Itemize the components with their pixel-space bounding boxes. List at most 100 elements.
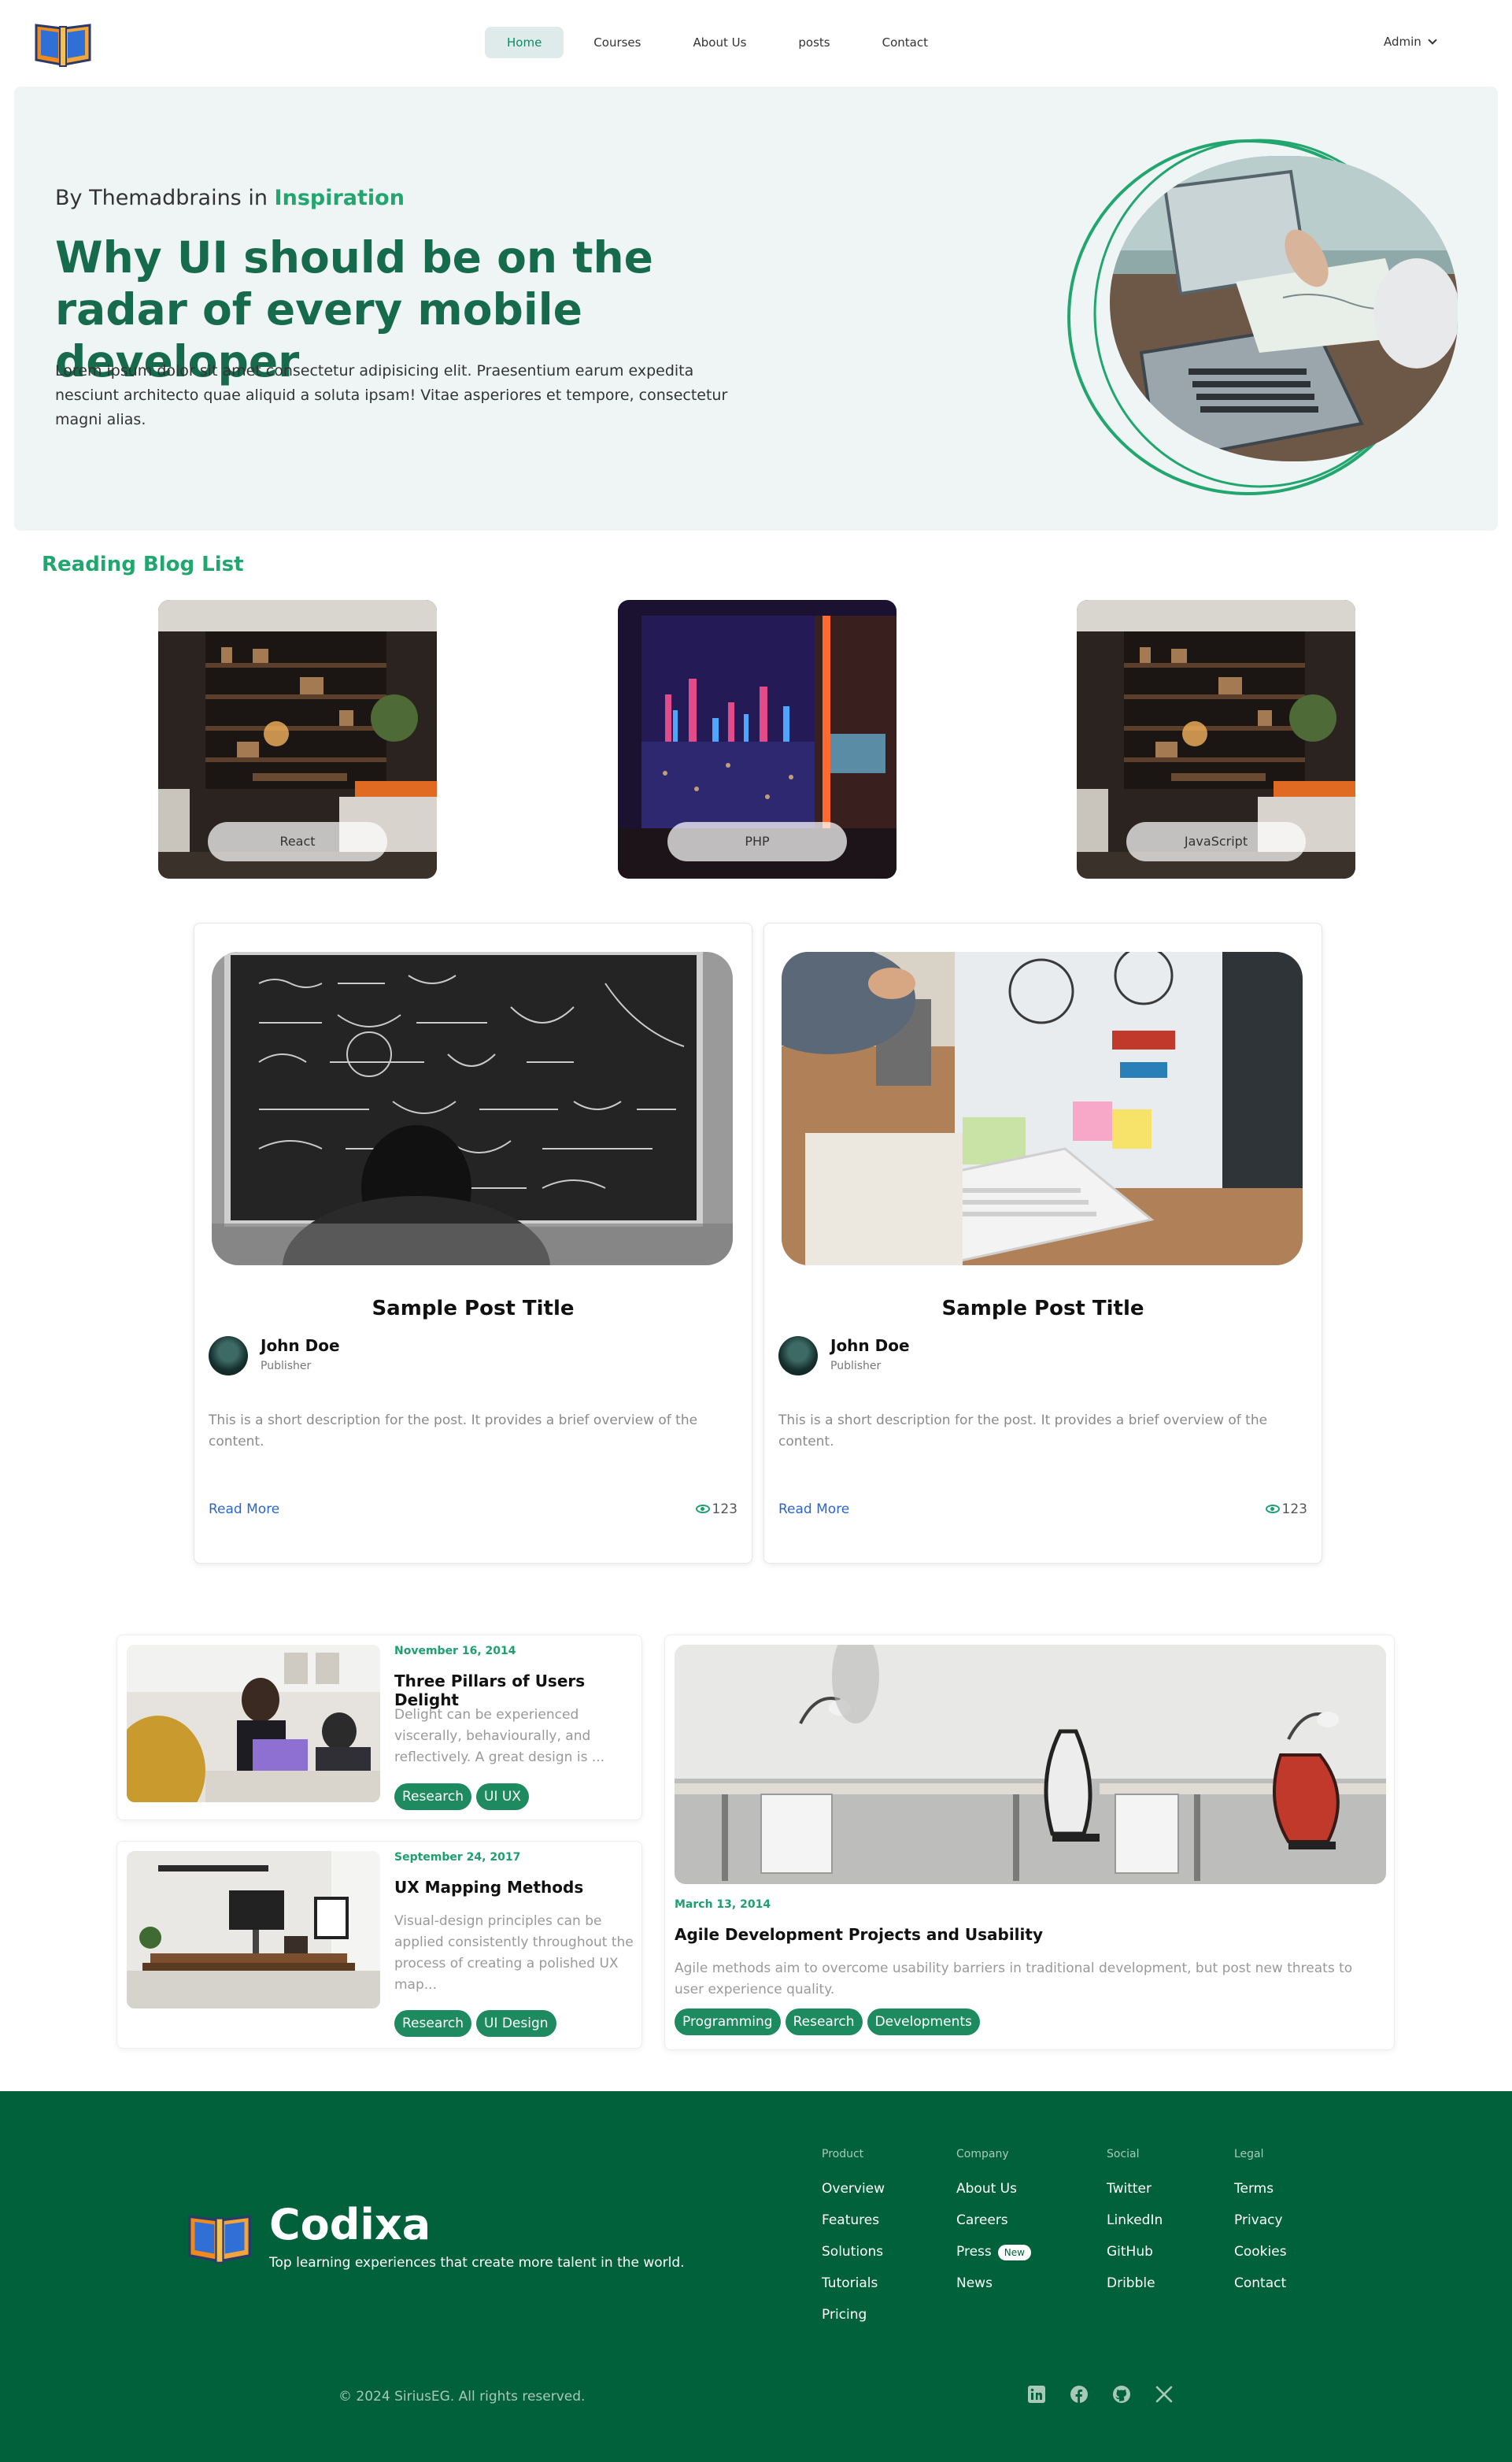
footer-brand: Codixa (269, 2200, 431, 2249)
tag-research[interactable]: Research (394, 1783, 471, 1810)
new-badge: New (997, 2245, 1031, 2260)
category-card-javascript[interactable]: JavaScript (1077, 600, 1355, 879)
category-label-javascript: JavaScript (1126, 822, 1306, 861)
book-logo-icon (188, 2215, 251, 2264)
nav-links: Home Courses About Us posts Contact (485, 27, 950, 58)
featured-article-description: Agile methods aim to overcome usability … (675, 1960, 1353, 1997)
footer-column-title: Company (956, 2148, 1009, 2160)
tag-developments[interactable]: Developments (867, 2008, 980, 2035)
article-tags: Research UI Design (394, 2010, 561, 2037)
post-author-role: Publisher (261, 1360, 312, 1372)
footer-link-tutorials[interactable]: Tutorials (822, 2275, 885, 2307)
post-title[interactable]: Sample Post Title (764, 1297, 1322, 1320)
user-menu[interactable]: Admin (1384, 35, 1437, 49)
nav-home[interactable]: Home (485, 27, 564, 58)
read-more-link[interactable]: Read More (778, 1501, 849, 1517)
social-icons (1026, 2384, 1174, 2405)
footer-link-cookies[interactable]: Cookies (1234, 2244, 1287, 2275)
post-description: This is a short description for the post… (209, 1412, 698, 1449)
article-image (127, 1851, 380, 2008)
post-card: Sample Post Title John Doe Publisher Thi… (763, 923, 1322, 1564)
user-menu-label: Admin (1384, 35, 1421, 49)
tag-ui-ux[interactable]: UI UX (475, 1783, 529, 1810)
footer-column-social: Social Twitter LinkedIn GitHub Dribble (1107, 2148, 1163, 2307)
hero-byline-prefix: By Themadbrains in (55, 186, 268, 210)
post-author: John Doe (261, 1336, 340, 1355)
read-more-link[interactable]: Read More (209, 1501, 279, 1517)
facebook-icon[interactable] (1069, 2384, 1089, 2405)
hero-banner: By Themadbrains in Inspiration Why UI sh… (14, 87, 1498, 531)
article-image (127, 1645, 380, 1802)
article-date: September 24, 2017 (394, 1851, 521, 1864)
view-count-value: 123 (1281, 1501, 1307, 1517)
featured-article-tags: Programming Research Developments (675, 2008, 985, 2035)
category-card-react[interactable]: React (158, 600, 437, 879)
featured-article-image (675, 1645, 1386, 1884)
article-card[interactable]: November 16, 2014 Three Pillars of Users… (116, 1635, 642, 1820)
footer-column-title: Social (1107, 2148, 1140, 2160)
featured-article-card[interactable]: March 13, 2014 Agile Development Project… (664, 1635, 1395, 2050)
article-description: Visual-design principles can be applied … (394, 1913, 634, 1993)
post-description: This is a short description for the post… (778, 1412, 1268, 1449)
category-label-react: React (208, 822, 387, 861)
footer: Codixa Top learning experiences that cre… (0, 2091, 1512, 2462)
article-description: Delight can be experienced viscerally, b… (394, 1707, 605, 1765)
footer-link-pricing[interactable]: Pricing (822, 2307, 885, 2338)
article-title[interactable]: Three Pillars of Users Delight (394, 1672, 641, 1709)
github-icon[interactable] (1111, 2384, 1132, 2405)
featured-article-title[interactable]: Agile Development Projects and Usability (675, 1925, 1043, 1944)
post-title[interactable]: Sample Post Title (194, 1297, 752, 1320)
article-card[interactable]: September 24, 2017 UX Mapping Methods Vi… (116, 1841, 642, 2049)
hero-category-link[interactable]: Inspiration (275, 186, 405, 210)
footer-column-title: Legal (1234, 2148, 1264, 2160)
article-title[interactable]: UX Mapping Methods (394, 1878, 583, 1897)
chevron-down-icon (1428, 35, 1437, 45)
view-count: 123 (695, 1501, 738, 1517)
footer-link-dribble[interactable]: Dribble (1107, 2275, 1163, 2307)
post-image (782, 952, 1303, 1265)
footer-link-contact[interactable]: Contact (1234, 2275, 1287, 2307)
footer-link-privacy[interactable]: Privacy (1234, 2212, 1287, 2244)
tag-programming[interactable]: Programming (675, 2008, 781, 2035)
avatar (778, 1336, 818, 1375)
category-card-php[interactable]: PHP (618, 600, 896, 879)
x-icon[interactable] (1154, 2384, 1174, 2405)
featured-article-date: March 13, 2014 (675, 1898, 771, 1911)
post-image (212, 952, 733, 1265)
footer-link-press[interactable]: Press New (956, 2244, 1031, 2275)
footer-column-product: Product Overview Features Solutions Tuto… (822, 2148, 885, 2338)
copyright: © 2024 SiriusEG. All rights reserved. (338, 2389, 586, 2405)
nav-about-us[interactable]: About Us (671, 27, 768, 58)
tag-research[interactable]: Research (394, 2010, 471, 2037)
footer-link-overview[interactable]: Overview (822, 2181, 885, 2212)
footer-link-about-us[interactable]: About Us (956, 2181, 1031, 2212)
footer-column-title: Product (822, 2148, 864, 2160)
tag-ui-design[interactable]: UI Design (475, 2010, 556, 2037)
hero-description: Lorem ipsum dolor sit amet consectetur a… (55, 362, 728, 428)
nav-posts[interactable]: posts (776, 27, 852, 58)
footer-link-linkedin[interactable]: LinkedIn (1107, 2212, 1163, 2244)
footer-link-features[interactable]: Features (822, 2212, 885, 2244)
footer-link-press-label: Press (956, 2244, 992, 2260)
post-author-role: Publisher (830, 1360, 882, 1372)
tag-research[interactable]: Research (785, 2008, 863, 2035)
footer-link-github[interactable]: GitHub (1107, 2244, 1163, 2275)
nav-courses[interactable]: Courses (571, 27, 663, 58)
footer-column-company: Company About Us Careers Press New News (956, 2148, 1031, 2307)
eye-icon (1265, 1505, 1280, 1513)
view-count-value: 123 (712, 1501, 738, 1517)
linkedin-icon[interactable] (1026, 2384, 1047, 2405)
book-logo-icon[interactable] (31, 17, 94, 68)
article-tags: Research UI UX (394, 1783, 534, 1810)
footer-link-solutions[interactable]: Solutions (822, 2244, 885, 2275)
post-author: John Doe (830, 1336, 910, 1355)
footer-link-careers[interactable]: Careers (956, 2212, 1031, 2244)
article-date: November 16, 2014 (394, 1645, 516, 1657)
footer-tagline: Top learning experiences that create mor… (269, 2255, 685, 2271)
footer-column-legal: Legal Terms Privacy Cookies Contact (1234, 2148, 1287, 2307)
footer-link-news[interactable]: News (956, 2275, 1031, 2307)
footer-link-terms[interactable]: Terms (1234, 2181, 1287, 2212)
nav-contact[interactable]: Contact (860, 27, 950, 58)
category-label-php: PHP (667, 822, 847, 861)
footer-link-twitter[interactable]: Twitter (1107, 2181, 1163, 2212)
